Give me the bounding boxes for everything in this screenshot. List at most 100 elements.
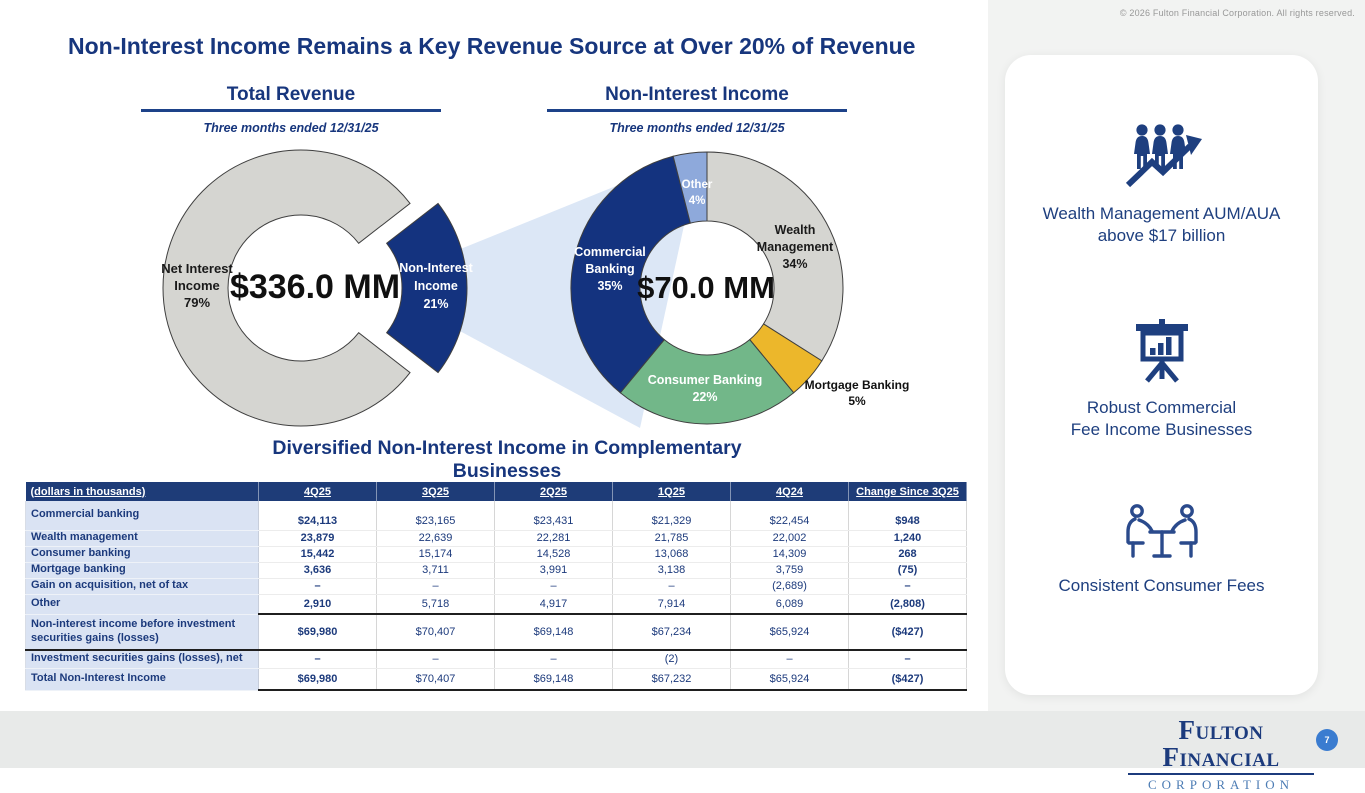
cell-value: – — [495, 650, 613, 668]
fulton-financial-logo: Fulton Financial Corporation — [1128, 717, 1314, 793]
cell-value: $69,980 — [259, 614, 377, 650]
wealth-growth-icon — [1120, 123, 1204, 189]
cell-value: – — [849, 578, 967, 594]
cell-value: 4,917 — [495, 594, 613, 614]
row-label: Non-interest income before investment se… — [26, 614, 259, 650]
cell-value: 14,528 — [495, 546, 613, 562]
feature-caption-line: Fee Income Businesses — [1005, 419, 1318, 441]
cell-value: 21,785 — [613, 530, 731, 546]
table-row: Mortgage banking3,6363,7113,9913,1383,75… — [26, 562, 967, 578]
column-header: 4Q25 — [259, 482, 377, 501]
table-note-header: (dollars in thousands) — [26, 482, 259, 501]
cell-value: – — [377, 578, 495, 594]
feature-caption-line: above $17 billion — [1005, 225, 1318, 247]
cell-value: 15,442 — [259, 546, 377, 562]
consumer-meeting-icon — [1123, 503, 1201, 561]
cell-value: – — [259, 578, 377, 594]
cell-value: (2,808) — [849, 594, 967, 614]
logo-brand-name: Fulton Financial — [1128, 717, 1314, 775]
cell-value: 23,879 — [259, 530, 377, 546]
table-row: Commercial banking$24,113$23,165$23,431$… — [26, 501, 967, 530]
cell-value: 22,281 — [495, 530, 613, 546]
page-number-badge: 7 — [1316, 729, 1338, 751]
donut-charts: Non-InterestIncome21%Net InterestIncome7… — [140, 136, 970, 436]
cell-value: $21,329 — [613, 501, 731, 530]
row-label: Consumer banking — [26, 546, 259, 562]
logo-corporation-text: Corporation — [1128, 777, 1314, 793]
table-section-title: Diversified Non-Interest Income in Compl… — [220, 437, 794, 483]
cell-value: $67,234 — [613, 614, 731, 650]
cell-value: $65,924 — [731, 668, 849, 690]
cell-value: 3,711 — [377, 562, 495, 578]
cell-value: (2,689) — [731, 578, 849, 594]
column-header: 4Q24 — [731, 482, 849, 501]
cell-value: 268 — [849, 546, 967, 562]
cell-value: (75) — [849, 562, 967, 578]
donut-slice — [707, 152, 843, 361]
cell-value: – — [377, 650, 495, 668]
cell-value: 3,991 — [495, 562, 613, 578]
cell-value: $69,148 — [495, 668, 613, 690]
feature-commercial-fees: Robust Commercial Fee Income Businesses — [1005, 319, 1318, 441]
cell-value: ($427) — [849, 614, 967, 650]
cell-value: $70,407 — [377, 614, 495, 650]
cell-value: – — [259, 650, 377, 668]
cell-value: 1,240 — [849, 530, 967, 546]
cell-value: 6,089 — [731, 594, 849, 614]
feature-wealth-management: Wealth Management AUM/AUA above $17 bill… — [1005, 123, 1318, 247]
table-row: Total Non-Interest Income$69,980$70,407$… — [26, 668, 967, 690]
presentation-chart-icon — [1129, 319, 1195, 383]
non-interest-income-table: (dollars in thousands)4Q253Q252Q251Q254Q… — [25, 482, 967, 691]
cell-value: 13,068 — [613, 546, 731, 562]
table-row: Other2,9105,7184,9177,9146,089(2,808) — [26, 594, 967, 614]
table-section-header: Diversified Non-Interest Income in Compl… — [220, 437, 794, 488]
cell-value: 3,138 — [613, 562, 731, 578]
table-row: Investment securities gains (losses), ne… — [26, 650, 967, 668]
column-header: 1Q25 — [613, 482, 731, 501]
column-header: 3Q25 — [377, 482, 495, 501]
total-revenue-title: Total Revenue — [141, 84, 441, 106]
cell-value: $65,924 — [731, 614, 849, 650]
total-revenue-subtitle: Three months ended 12/31/25 — [141, 121, 441, 135]
cell-value: $22,454 — [731, 501, 849, 530]
cell-value: 5,718 — [377, 594, 495, 614]
cell-value: 3,636 — [259, 562, 377, 578]
row-label: Other — [26, 594, 259, 614]
cell-value: (2) — [613, 650, 731, 668]
header-underline — [141, 109, 441, 112]
table-row: Non-interest income before investment se… — [26, 614, 967, 650]
cell-value: $67,232 — [613, 668, 731, 690]
cell-value: – — [495, 578, 613, 594]
feature-caption-line: Wealth Management AUM/AUA — [1005, 203, 1318, 225]
feature-caption-line: Robust Commercial — [1005, 397, 1318, 419]
feature-caption-line: Consistent Consumer Fees — [1005, 575, 1318, 597]
row-label: Wealth management — [26, 530, 259, 546]
cell-value: 14,309 — [731, 546, 849, 562]
feature-consumer-fees: Consistent Consumer Fees — [1005, 503, 1318, 597]
cell-value: $69,148 — [495, 614, 613, 650]
row-label: Commercial banking — [26, 501, 259, 530]
cell-value: 22,639 — [377, 530, 495, 546]
cell-value: – — [613, 578, 731, 594]
header-underline — [547, 109, 847, 112]
row-label: Investment securities gains (losses), ne… — [26, 650, 259, 668]
copyright-text: © 2026 Fulton Financial Corporation. All… — [1120, 8, 1355, 18]
donut-center-label: $336.0 MM — [230, 268, 400, 306]
table-row: Gain on acquisition, net of tax––––(2,68… — [26, 578, 967, 594]
cell-value: – — [849, 650, 967, 668]
row-label: Total Non-Interest Income — [26, 668, 259, 690]
cell-value: 7,914 — [613, 594, 731, 614]
non-interest-income-subtitle: Three months ended 12/31/25 — [547, 121, 847, 135]
total-revenue-header: Total Revenue Three months ended 12/31/2… — [141, 84, 441, 135]
page-title: Non-Interest Income Remains a Key Revenu… — [68, 33, 915, 60]
cell-value: $69,980 — [259, 668, 377, 690]
column-header: 2Q25 — [495, 482, 613, 501]
cell-value: ($427) — [849, 668, 967, 690]
row-label: Mortgage banking — [26, 562, 259, 578]
column-header: Change Since 3Q25 — [849, 482, 967, 501]
row-label: Gain on acquisition, net of tax — [26, 578, 259, 594]
cell-value: 22,002 — [731, 530, 849, 546]
table-row: Wealth management23,87922,63922,28121,78… — [26, 530, 967, 546]
highlights-card: Wealth Management AUM/AUA above $17 bill… — [1005, 55, 1318, 695]
cell-value: $24,113 — [259, 501, 377, 530]
